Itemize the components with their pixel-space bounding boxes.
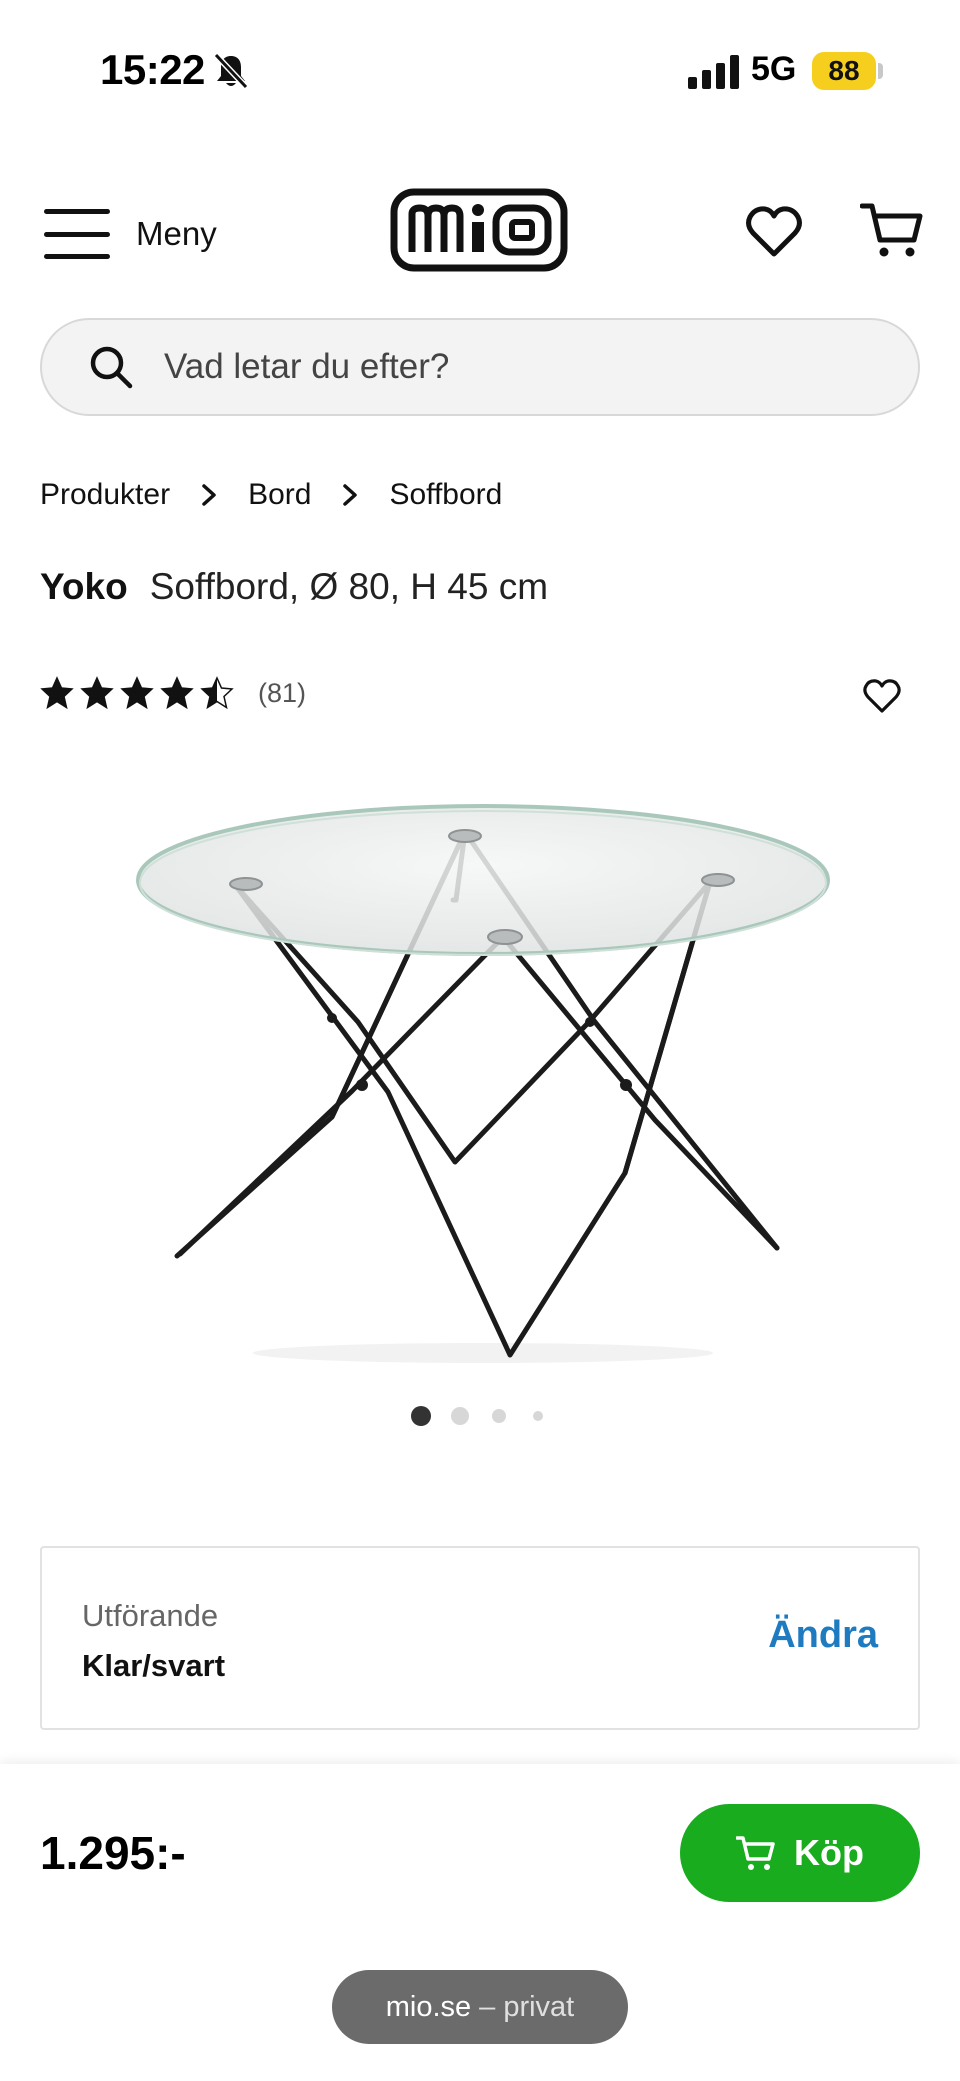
url-mode: privat	[503, 1990, 575, 2023]
star-filled-icon	[80, 676, 114, 710]
hamburger-icon	[44, 209, 110, 259]
product-image[interactable]	[120, 780, 840, 1370]
review-count[interactable]: (81)	[258, 678, 306, 709]
breadcrumb-soffbord[interactable]: Soffbord	[389, 478, 502, 512]
star-filled-icon	[40, 676, 74, 710]
mio-logo[interactable]	[390, 188, 568, 272]
browser-url-pill[interactable]: mio.se – privat	[332, 1970, 628, 2044]
variant-label: Utförande	[82, 1598, 219, 1633]
site-header: Meny	[0, 180, 960, 290]
signal-icon	[688, 55, 739, 89]
change-variant-button[interactable]: Ändra	[768, 1614, 878, 1657]
cart-icon	[736, 1836, 775, 1870]
star-filled-icon	[160, 676, 194, 710]
chevron-right-icon	[202, 484, 216, 506]
status-bar: 15:22 5G 88	[0, 0, 960, 140]
status-time: 15:22	[100, 46, 205, 93]
carousel-dot-4[interactable]	[533, 1411, 543, 1421]
star-half-icon	[200, 676, 234, 710]
network-type: 5G	[751, 50, 797, 88]
carousel-dot-1[interactable]	[411, 1406, 431, 1426]
buy-button[interactable]: Köp	[680, 1804, 920, 1902]
buy-bar: 1.295:- Köp mio.se – privat	[0, 1764, 960, 2081]
search-icon	[90, 346, 133, 389]
star-rating	[40, 676, 240, 710]
heart-icon[interactable]	[744, 202, 804, 262]
carousel-dot-3[interactable]	[492, 1409, 506, 1423]
variant-selector[interactable]: Utförande Klar/svart Ändra	[40, 1546, 920, 1730]
breadcrumb: Produkter Bord Soffbord	[40, 478, 502, 512]
cart-icon[interactable]	[860, 198, 924, 262]
url-separator: –	[479, 1990, 496, 2023]
url-domain: mio.se	[385, 1990, 472, 2023]
variant-value: Klar/svart	[82, 1648, 226, 1683]
breadcrumb-bord[interactable]: Bord	[248, 478, 311, 512]
buy-label: Köp	[794, 1832, 864, 1873]
heart-icon[interactable]	[862, 676, 902, 716]
product-title: Yoko Soffbord, Ø 80, H 45 cm	[40, 566, 548, 608]
search-bar[interactable]	[40, 318, 920, 416]
battery-indicator: 88	[812, 52, 876, 90]
star-filled-icon	[120, 676, 154, 710]
menu-label: Meny	[136, 215, 217, 252]
breadcrumb-produkter[interactable]: Produkter	[40, 478, 170, 512]
product-brand: Yoko	[40, 566, 128, 607]
product-description: Soffbord, Ø 80, H 45 cm	[149, 566, 549, 607]
rating-row[interactable]: (81)	[40, 676, 306, 710]
chevron-right-icon	[343, 484, 358, 506]
carousel-dots	[0, 1404, 960, 1428]
bell-slash-icon	[213, 52, 249, 90]
carousel-dot-2[interactable]	[451, 1407, 469, 1425]
battery-tip	[878, 63, 883, 79]
product-price: 1.295:-	[40, 1827, 186, 1879]
search-input[interactable]	[164, 347, 904, 387]
menu-button[interactable]: Meny	[44, 202, 217, 266]
